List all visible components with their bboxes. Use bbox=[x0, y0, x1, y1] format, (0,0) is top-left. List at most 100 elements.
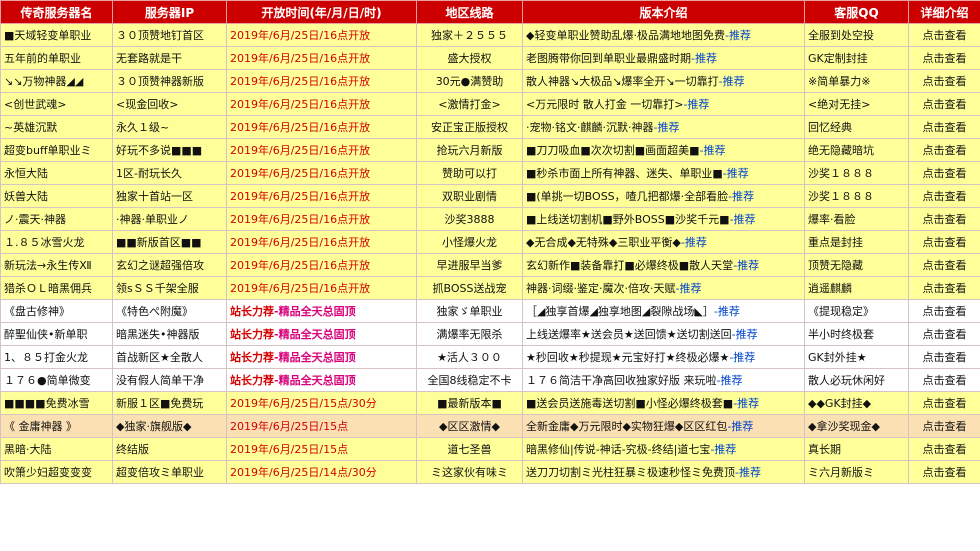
promo-label: 站长力荐 bbox=[230, 374, 274, 387]
recommend-link[interactable]: -推荐 bbox=[717, 374, 743, 387]
server-name-link[interactable]: ~英雄沉默 bbox=[0, 115, 113, 139]
detail-link[interactable]: 点击查看 bbox=[908, 414, 980, 438]
detail-link[interactable]: 点击查看 bbox=[908, 69, 980, 93]
table-row[interactable]: ■天域轻变单职业 ３０顶赞地钉首区 2019年/6月/25日/16点开放 独家＋２５５… bbox=[0, 23, 980, 47]
recommend-link[interactable]: -推荐 bbox=[727, 420, 753, 433]
version-text: ★秒回收★秒提现★元宝好打★终极必爆★ bbox=[526, 351, 730, 364]
server-name-link[interactable]: 妖兽大陆 bbox=[0, 184, 113, 208]
open-time: 2019年/6月/25日/16点开放 bbox=[226, 253, 417, 277]
server-name-link[interactable]: 1、８５打金火龙 bbox=[0, 345, 113, 369]
table-row[interactable]: 《盘古修神》 《特色ぺ附魔》 站长力荐-精品全天总固顶 独家ゞ单职业 ［◢独享首爆◢独享… bbox=[0, 299, 980, 323]
version-text: ◆无合成◆无特殊◆三职业平衡◆ bbox=[526, 236, 681, 249]
server-name-link[interactable]: 猎杀ＯＬ暗黑佣兵 bbox=[0, 276, 113, 300]
detail-link[interactable]: 点击查看 bbox=[908, 368, 980, 392]
recommend-link[interactable]: -推荐 bbox=[733, 259, 759, 272]
recommend-link[interactable]: -推荐 bbox=[683, 98, 709, 111]
recommend-link[interactable]: -推荐 bbox=[730, 213, 756, 226]
detail-link[interactable]: 点击查看 bbox=[908, 322, 980, 346]
recommend-link[interactable]: -推荐 bbox=[728, 190, 754, 203]
service-qq: ◆◆GK封挂◆ bbox=[804, 391, 909, 415]
table-row[interactable]: 《 金庸神器 》 ◆独家·旗舰版◆ 2019年/6月/25日/15点 ◆区区激情◆ 全新… bbox=[0, 414, 980, 438]
version-text: 神器·词缀·鉴定·魔次·倍攻·天赋 bbox=[526, 282, 676, 295]
server-name-link[interactable]: ↘↘万物神器◢◢ bbox=[0, 69, 113, 93]
open-time: 2019年/6月/25日/15点 bbox=[226, 414, 417, 438]
server-name-link[interactable]: 超变buff单职业ミ bbox=[0, 138, 113, 162]
detail-link[interactable]: 点击查看 bbox=[908, 345, 980, 369]
table-row[interactable]: 吹箫少妇超变变变 超变倍攻ミ单职业 2019年/6月/25日/14点/30分 ミ这家伙… bbox=[0, 460, 980, 484]
detail-link[interactable]: 点击查看 bbox=[908, 92, 980, 116]
server-name-link[interactable]: 黑暗·大陆 bbox=[0, 437, 113, 461]
table-row[interactable]: ノ·震天·神器 ·神器·单职业ノ 2019年/6月/25日/16点开放 沙奖3888 ■… bbox=[0, 207, 980, 231]
detail-link[interactable]: 点击查看 bbox=[908, 23, 980, 47]
detail-link[interactable]: 点击查看 bbox=[908, 391, 980, 415]
detail-link[interactable]: 点击查看 bbox=[908, 299, 980, 323]
table-row[interactable]: 超变buff单职业ミ 好玩不多说■■■ 2019年/6月/25日/16点开放 抢玩六月… bbox=[0, 138, 980, 162]
detail-link[interactable]: 点击查看 bbox=[908, 253, 980, 277]
recommend-link[interactable]: -推荐 bbox=[733, 397, 759, 410]
detail-link[interactable]: 点击查看 bbox=[908, 437, 980, 461]
recommend-link[interactable]: -推荐 bbox=[725, 29, 751, 42]
table-row[interactable]: １７６●简单微变 没有假人简单干净 站长力荐-精品全天总固顶 全国8线稳定不卡 １７６简… bbox=[0, 368, 980, 392]
recommend-link[interactable]: -推荐 bbox=[675, 282, 701, 295]
open-time: 2019年/6月/25日/16点开放 bbox=[226, 230, 417, 254]
table-row[interactable]: 醉聖仙侠•新单职 暗黑迷失•神器版 站长力荐-精品全天总固顶 满爆率无限杀 上线送爆率★… bbox=[0, 322, 980, 346]
recommend-link[interactable]: -推荐 bbox=[710, 443, 736, 456]
table-row[interactable]: ↘↘万物神器◢◢ ３０顶赞神器新版 2019年/6月/25日/16点开放 30元●满赞… bbox=[0, 69, 980, 93]
server-name-link[interactable]: 新玩法→永生传Ⅻ bbox=[0, 253, 113, 277]
detail-link[interactable]: 点击查看 bbox=[908, 460, 980, 484]
detail-link[interactable]: 点击查看 bbox=[908, 276, 980, 300]
server-name-link[interactable]: ノ·震天·神器 bbox=[0, 207, 113, 231]
detail-link[interactable]: 点击查看 bbox=[908, 161, 980, 185]
version-intro: ◆轻变单职业赞助乱爆·极品满地地图免费-推荐 bbox=[522, 23, 805, 47]
detail-link[interactable]: 点击查看 bbox=[908, 115, 980, 139]
detail-link[interactable]: 点击查看 bbox=[908, 184, 980, 208]
open-time: 2019年/6月/25日/14点/30分 bbox=[226, 460, 417, 484]
service-qq: 半小时终极套 bbox=[804, 322, 909, 346]
server-name-link[interactable]: 《 金庸神器 》 bbox=[0, 414, 113, 438]
service-qq: 散人必玩休闲好 bbox=[804, 368, 909, 392]
table-row[interactable]: 1、８５打金火龙 首战新区★全散人 站长力荐-精品全天总固顶 ★活人３００ ★秒回收★秒… bbox=[0, 345, 980, 369]
detail-link[interactable]: 点击查看 bbox=[908, 230, 980, 254]
detail-link[interactable]: 点击查看 bbox=[908, 207, 980, 231]
recommend-link[interactable]: -推荐 bbox=[714, 305, 740, 318]
table-row[interactable]: ■■■■免费冰雪 新服１区■免费玩 2019年/6月/25日/15点/30分 ■最新版… bbox=[0, 391, 980, 415]
table-header-row: 传奇服务器名 服务器IP 开放时间(年/月/日/时) 地区线路 版本介绍 客服Q… bbox=[0, 0, 980, 24]
detail-link[interactable]: 点击查看 bbox=[908, 138, 980, 162]
table-row[interactable]: 永恒大陆 1区-耐玩长久 2019年/6月/25日/16点开放 赞助可以打 ■秒杀市面上… bbox=[0, 161, 980, 185]
server-name-link[interactable]: 《盘古修神》 bbox=[0, 299, 113, 323]
recommend-link[interactable]: -推荐 bbox=[735, 466, 761, 479]
detail-link[interactable]: 点击查看 bbox=[908, 46, 980, 70]
recommend-link[interactable]: -推荐 bbox=[719, 75, 745, 88]
recommend-link[interactable]: -推荐 bbox=[653, 121, 679, 134]
recommend-link[interactable]: -推荐 bbox=[732, 328, 758, 341]
server-name-link[interactable]: 五年前的单职业 bbox=[0, 46, 113, 70]
recommend-link[interactable]: -推荐 bbox=[729, 351, 755, 364]
server-ip: 玄幻之谜超强倍攻 bbox=[112, 253, 227, 277]
region-line: 满爆率无限杀 bbox=[416, 322, 523, 346]
server-name-link[interactable]: ■天域轻变单职业 bbox=[0, 23, 113, 47]
table-row[interactable]: 猎杀ＯＬ暗黑佣兵 领sＳＳ千架全服 2019年/6月/25日/16点开放 抓BOSS送… bbox=[0, 276, 980, 300]
server-name-link[interactable]: <创世武魂> bbox=[0, 92, 113, 116]
recommend-link[interactable]: -推荐 bbox=[691, 52, 717, 65]
header-server-name: 传奇服务器名 bbox=[0, 0, 113, 24]
table-row[interactable]: 新玩法→永生传Ⅻ 玄幻之谜超强倍攻 2019年/6月/25日/16点开放 早进服早当爹… bbox=[0, 253, 980, 277]
recommend-link[interactable]: -推荐 bbox=[723, 167, 749, 180]
region-line: 安正宝正版授权 bbox=[416, 115, 523, 139]
server-name-link[interactable]: １.８５冰雪火龙 bbox=[0, 230, 113, 254]
server-ip: 暗黑迷失•神器版 bbox=[112, 322, 227, 346]
recommend-link[interactable]: -推荐 bbox=[700, 144, 726, 157]
server-name-link[interactable]: １７６●简单微变 bbox=[0, 368, 113, 392]
table-row[interactable]: 五年前的单职业 无套路就是干 2019年/6月/25日/16点开放 盛大授权 老图腾带你… bbox=[0, 46, 980, 70]
service-qq: GK封外挂★ bbox=[804, 345, 909, 369]
server-name-link[interactable]: 永恒大陆 bbox=[0, 161, 113, 185]
table-row[interactable]: 黑暗·大陆 终结版 2019年/6月/25日/15点 道七圣兽 暗黑修仙|传说-神话-究… bbox=[0, 437, 980, 461]
table-row[interactable]: 妖兽大陆 独家十首站一区 2019年/6月/25日/16点开放 双职业剧情 ■(单挑一切… bbox=[0, 184, 980, 208]
server-name-link[interactable]: 醉聖仙侠•新单职 bbox=[0, 322, 113, 346]
table-row[interactable]: <创世武魂> <现金回收> 2019年/6月/25日/16点开放 <激情打金> <万元限… bbox=[0, 92, 980, 116]
server-name-link[interactable]: ■■■■免费冰雪 bbox=[0, 391, 113, 415]
table-row[interactable]: ~英雄沉默 永久１级~ 2019年/6月/25日/16点开放 安正宝正版授权 ·宠物·铭… bbox=[0, 115, 980, 139]
version-intro: 全新金庸◆万元限时◆实物狂爆◆区区红包-推荐 bbox=[522, 414, 805, 438]
server-name-link[interactable]: 吹箫少妇超变变变 bbox=[0, 460, 113, 484]
table-row[interactable]: １.８５冰雪火龙 ■■新版首区■■ 2019年/6月/25日/16点开放 小怪爆火龙 ◆… bbox=[0, 230, 980, 254]
recommend-link[interactable]: -推荐 bbox=[681, 236, 707, 249]
